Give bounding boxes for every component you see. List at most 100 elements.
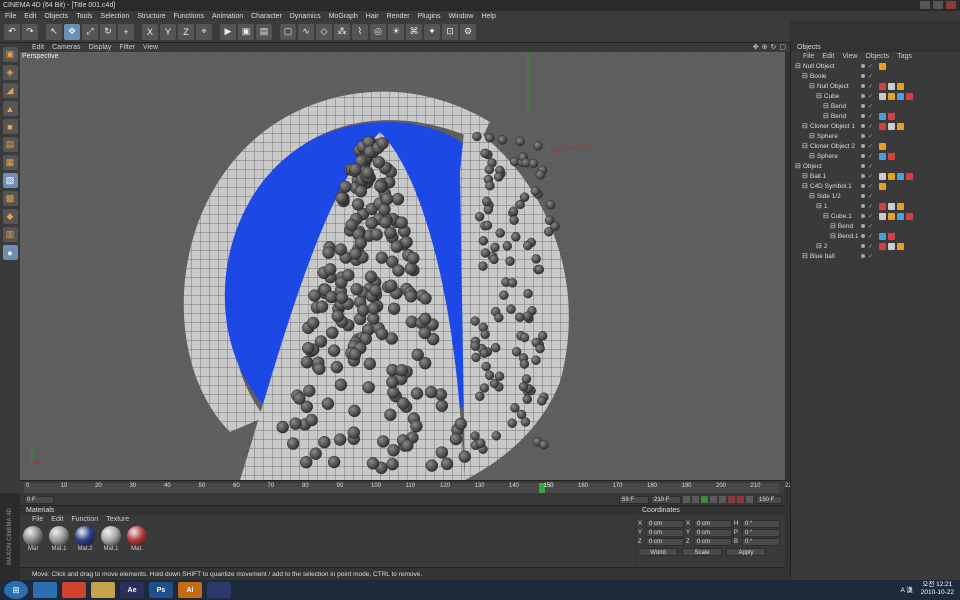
enabled-check-icon[interactable]: ✓: [868, 103, 873, 110]
object-tag-icon[interactable]: [879, 82, 886, 90]
materials-menu-edit[interactable]: Edit: [51, 516, 63, 523]
zoom-view-icon[interactable]: ⊕: [762, 43, 768, 51]
enabled-check-icon[interactable]: ✓: [868, 113, 873, 120]
object-row[interactable]: ⊟ C4D Symbol.1 ✓: [791, 181, 960, 191]
workplane-icon[interactable]: ●: [2, 245, 18, 260]
visibility-dot[interactable]: [861, 194, 865, 198]
visibility-dot[interactable]: [861, 114, 865, 118]
object-name[interactable]: ⊟ Ball.1: [802, 172, 826, 180]
nurbs-icon[interactable]: ◇: [316, 23, 332, 40]
array-icon[interactable]: ⁂: [334, 23, 350, 40]
rotation-field[interactable]: 0 °: [742, 519, 780, 528]
settings-icon[interactable]: ⚙: [460, 23, 476, 40]
object-tag-icon[interactable]: [897, 92, 904, 100]
enabled-check-icon[interactable]: ✓: [868, 153, 873, 160]
object-tag-icon[interactable]: [879, 112, 886, 120]
visibility-dot[interactable]: [861, 74, 865, 78]
keyframe-button[interactable]: [746, 496, 753, 503]
make-editable-icon[interactable]: ▣: [2, 47, 18, 62]
object-tag-icon[interactable]: [888, 82, 895, 90]
visibility-dot[interactable]: [861, 174, 865, 178]
object-name[interactable]: ⊟ Bend.1: [830, 232, 858, 240]
object-name[interactable]: ⊟ Object: [795, 162, 822, 170]
snap-icon[interactable]: ◆: [2, 209, 18, 224]
render-settings-icon[interactable]: ▤: [256, 23, 272, 40]
size-field[interactable]: 0 cm: [694, 537, 732, 546]
object-tag-icon[interactable]: [897, 122, 904, 130]
menu-render[interactable]: Render: [387, 13, 410, 20]
material-swatch[interactable]: Mat.1: [100, 526, 122, 558]
animation-mode-icon[interactable]: ▤: [2, 137, 18, 152]
enabled-check-icon[interactable]: ✓: [868, 163, 873, 170]
illustrator-icon[interactable]: Ai: [178, 582, 202, 598]
menu-mograph[interactable]: MoGraph: [329, 13, 358, 20]
object-name[interactable]: ⊟ Cloner Object 1: [802, 122, 855, 130]
menu-hair[interactable]: Hair: [366, 13, 379, 20]
material-swatch[interactable]: Mat.1: [48, 526, 70, 558]
object-tag-icon[interactable]: [906, 92, 913, 100]
preview-min-field[interactable]: 59 F: [619, 495, 649, 504]
edges-mode-icon[interactable]: ▧: [2, 173, 18, 188]
object-tag-icon[interactable]: [879, 182, 886, 190]
enabled-check-icon[interactable]: ✓: [868, 253, 873, 260]
clock[interactable]: 오전 12:21 2010-10-22: [921, 581, 954, 597]
add-icon[interactable]: +: [118, 23, 134, 40]
camera-icon[interactable]: ⌘: [406, 23, 422, 40]
menu-help[interactable]: Help: [481, 13, 495, 20]
object-row[interactable]: ⊟ Ball.1 ✓: [791, 171, 960, 181]
object-tag-icon[interactable]: [897, 202, 904, 210]
object-tag-icon[interactable]: [879, 62, 886, 70]
redo-icon[interactable]: ↷: [22, 23, 38, 40]
size-field[interactable]: 0 cm: [694, 519, 732, 528]
timeline[interactable]: 0 10 20 30 40 50 60 70 80 90 100 110 120 130 140 150 160…: [20, 480, 795, 494]
autokey-button[interactable]: [737, 496, 744, 503]
spline-icon[interactable]: ∿: [298, 23, 314, 40]
object-row[interactable]: ⊟ Cloner Object 2 ✓: [791, 141, 960, 151]
object-tag-icon[interactable]: [897, 172, 904, 180]
render-region-icon[interactable]: ⊡: [442, 23, 458, 40]
object-row[interactable]: ⊟ Bend ✓: [791, 221, 960, 231]
points-mode-icon[interactable]: ▦: [2, 155, 18, 170]
goto-end-button[interactable]: [719, 496, 726, 503]
enabled-check-icon[interactable]: ✓: [868, 123, 873, 130]
minimize-button[interactable]: [920, 1, 930, 9]
material-swatch[interactable]: Mat: [22, 526, 44, 558]
enabled-check-icon[interactable]: ✓: [868, 83, 873, 90]
object-tag-icon[interactable]: [897, 82, 904, 90]
object-tag-icon[interactable]: [888, 122, 895, 130]
objects-menu-view[interactable]: View: [842, 53, 857, 60]
object-name[interactable]: ⊟ Cube: [816, 92, 839, 100]
menu-animation[interactable]: Animation: [212, 13, 243, 20]
texture-mode-icon[interactable]: ◈: [2, 65, 18, 80]
object-tag-icon[interactable]: [879, 152, 886, 160]
materials-menu-file[interactable]: File: [32, 516, 43, 523]
language-indicator[interactable]: A 漢: [900, 584, 912, 594]
rotate-icon[interactable]: ↻: [100, 23, 116, 40]
object-row[interactable]: ⊟ Null Object ✓: [791, 81, 960, 91]
menu-window[interactable]: Window: [449, 13, 474, 20]
cinema4d-icon[interactable]: [207, 582, 231, 598]
enabled-check-icon[interactable]: ✓: [868, 213, 873, 220]
render-icon[interactable]: ▣: [238, 23, 254, 40]
object-tag-icon[interactable]: [906, 172, 913, 180]
polygons-mode-icon[interactable]: ▩: [2, 191, 18, 206]
size-field[interactable]: 0 cm: [694, 528, 732, 537]
visibility-dot[interactable]: [861, 184, 865, 188]
object-name[interactable]: ⊟ 2: [816, 242, 828, 250]
object-row[interactable]: ⊟ Null Object ✓: [791, 61, 960, 71]
object-name[interactable]: ⊟ Bend: [823, 102, 846, 110]
explorer-icon[interactable]: [91, 582, 115, 598]
enabled-check-icon[interactable]: ✓: [868, 133, 873, 140]
next-frame-button[interactable]: [710, 496, 717, 503]
object-tag-icon[interactable]: [879, 172, 886, 180]
enabled-check-icon[interactable]: ✓: [868, 223, 873, 230]
x-axis-icon[interactable]: X: [142, 23, 158, 40]
object-row[interactable]: ⊟ Object ✓: [791, 161, 960, 171]
visibility-dot[interactable]: [861, 64, 865, 68]
object-name[interactable]: ⊟ Bend: [830, 222, 853, 230]
axis-mode-icon[interactable]: ◢: [2, 83, 18, 98]
visibility-dot[interactable]: [861, 124, 865, 128]
menu-file[interactable]: File: [5, 13, 16, 20]
object-tag-icon[interactable]: [888, 92, 895, 100]
menu-character[interactable]: Character: [251, 13, 282, 20]
